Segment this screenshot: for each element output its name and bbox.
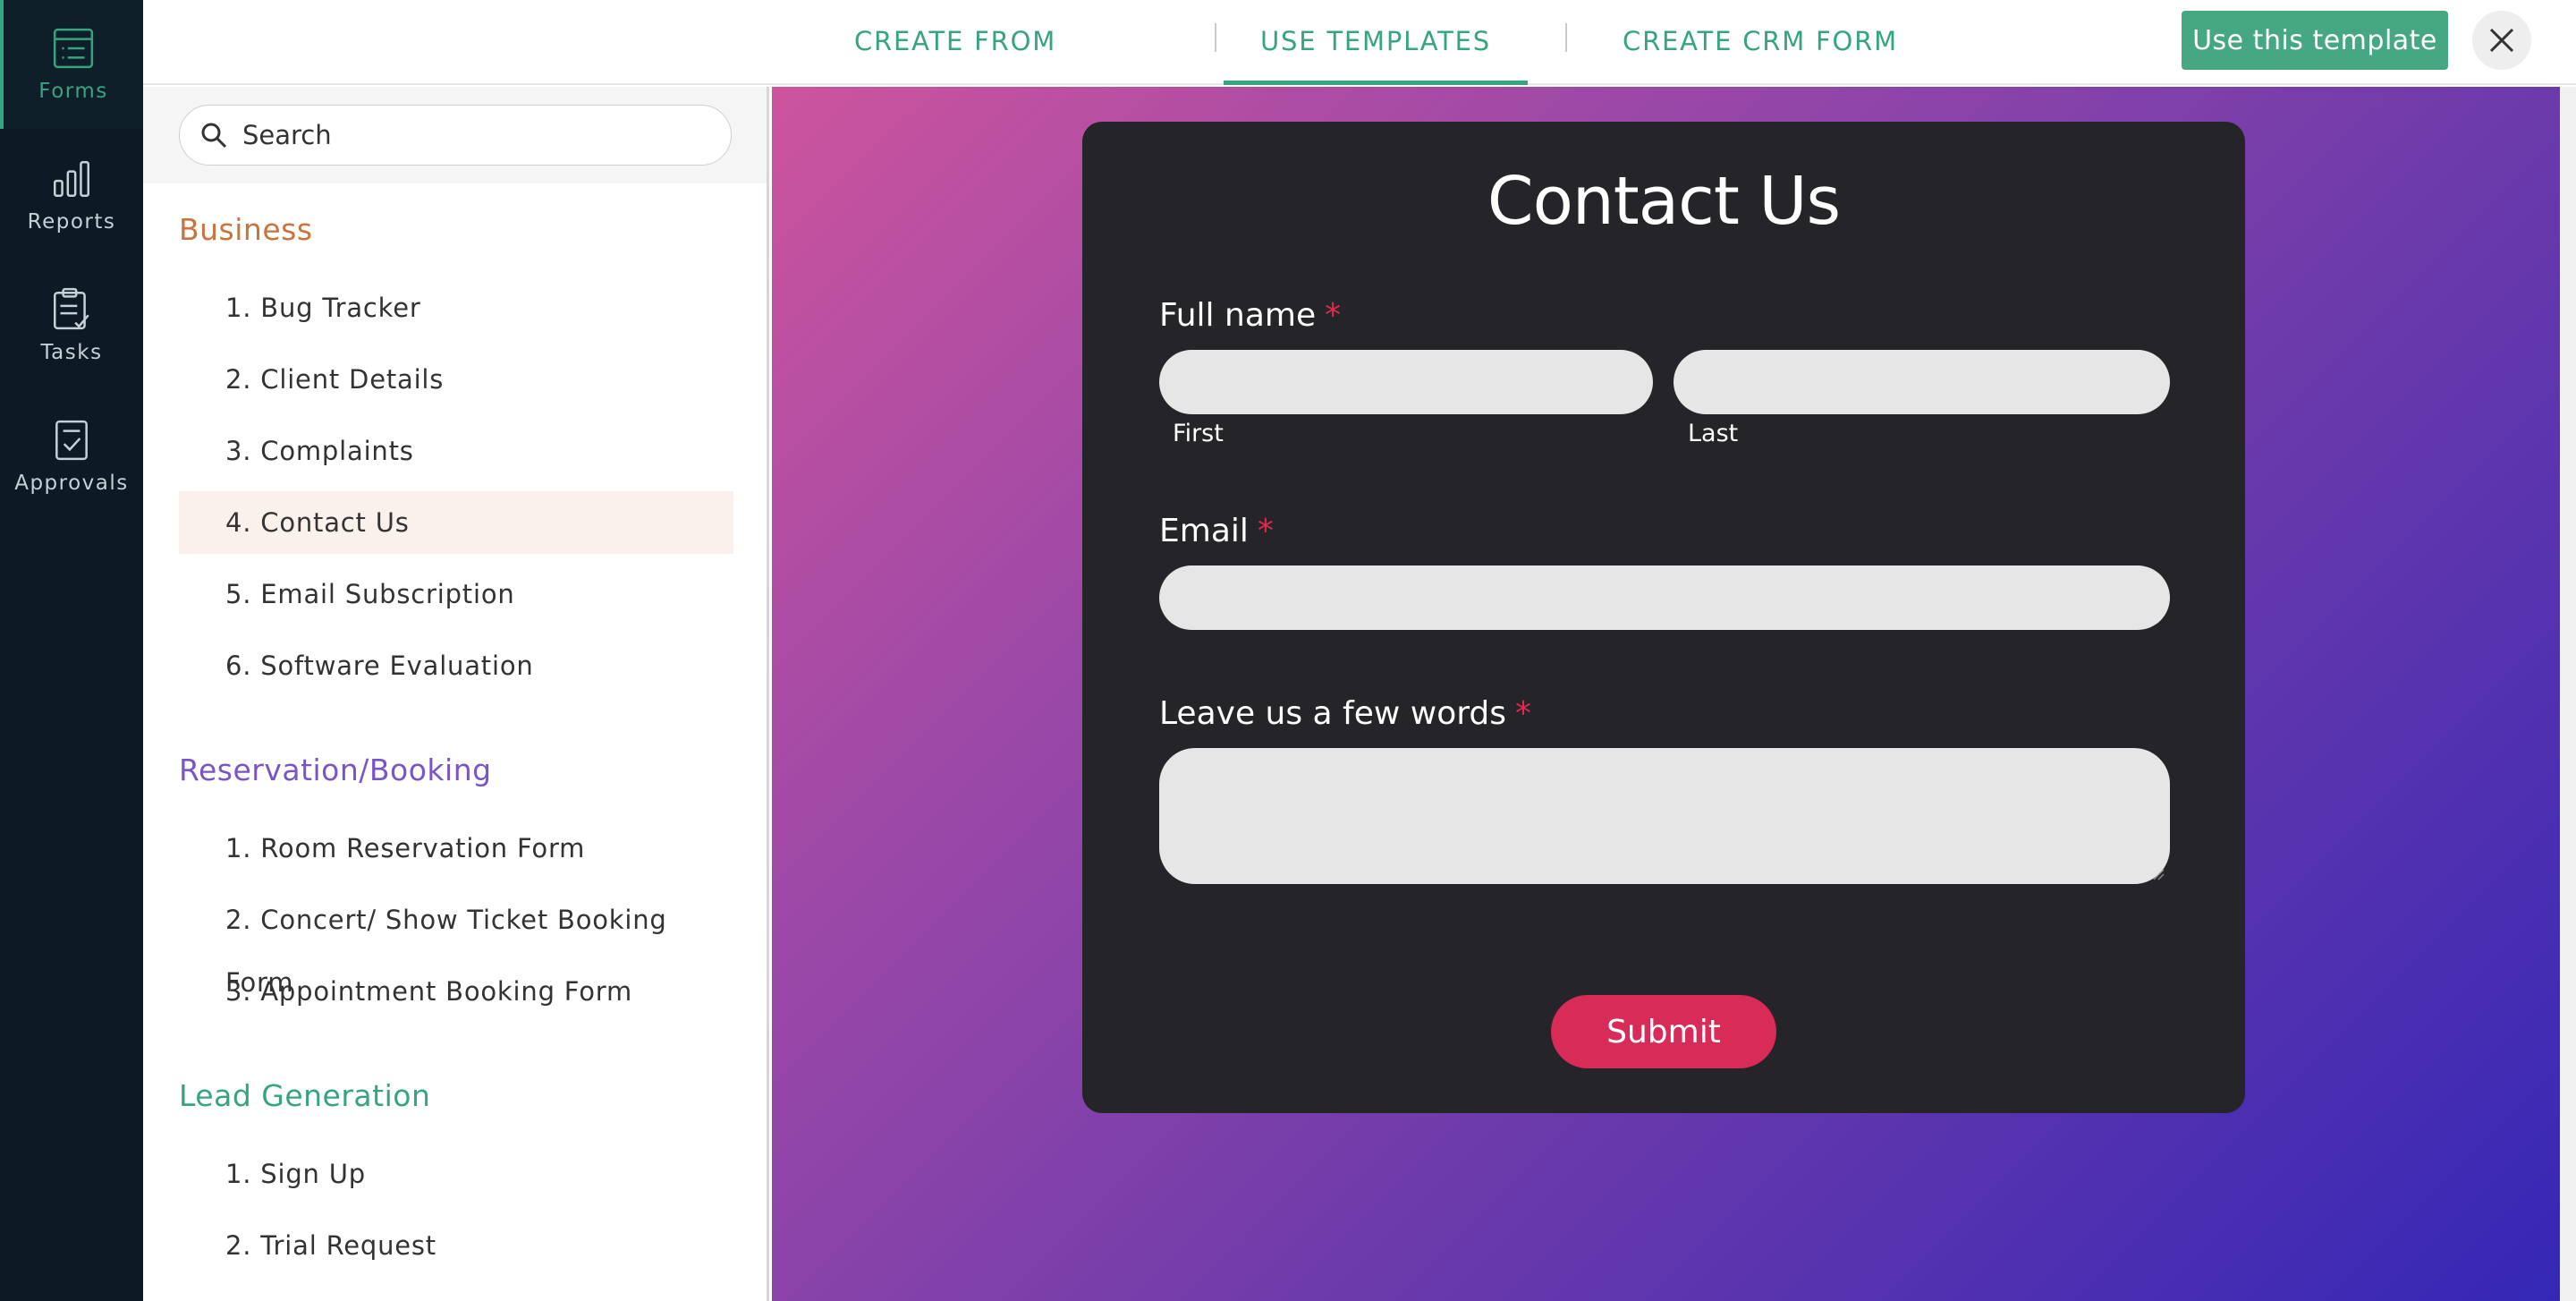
required-marker: * (1257, 513, 1274, 549)
rail-item-reports[interactable]: Reports (0, 131, 143, 259)
template-item[interactable]: 3. Complaints (179, 420, 733, 482)
form-preview-card: Contact Us Full name * First Last Email * … (1082, 122, 2245, 1113)
tab-divider (1215, 23, 1216, 52)
template-item-selected[interactable]: 4. Contact Us (179, 491, 733, 554)
search-input[interactable] (242, 120, 708, 150)
use-template-button[interactable]: Use this template (2182, 11, 2448, 70)
reports-icon (54, 161, 90, 198)
search-box[interactable] (179, 105, 732, 166)
template-item[interactable]: 1. Sign Up (179, 1143, 733, 1205)
template-topbar: CREATE FROM SCRATCH USE TEMPLATES CREATE… (143, 0, 2576, 139)
template-item[interactable]: 2. Concert/ Show Ticket Booking Form (179, 889, 733, 998)
template-item[interactable]: 2. Client Details (179, 348, 733, 411)
template-item[interactable]: 2. Trial Request (179, 1214, 733, 1277)
category-reservation-booking: Reservation/Booking (179, 753, 492, 787)
category-lead-generation: Lead Generation (179, 1078, 431, 1113)
template-sidebar: Business 1. Bug Tracker 2. Client Detail… (143, 87, 769, 1301)
template-item[interactable]: 3. Appointment Booking Form (179, 960, 733, 1023)
template-item[interactable]: 5. Email Subscription (179, 563, 733, 625)
first-sublabel: First (1173, 420, 1224, 447)
approvals-icon (55, 420, 88, 461)
required-marker: * (1325, 297, 1342, 334)
rail-item-forms[interactable]: Forms (0, 0, 143, 129)
category-business: Business (179, 212, 313, 247)
rail-label-tasks: Tasks (40, 341, 103, 364)
tab-create-crm-form[interactable]: CREATE CRM FORM (1617, 0, 1903, 85)
last-sublabel: Last (1688, 420, 1739, 447)
preview-scrollbar[interactable] (2560, 87, 2576, 1301)
submit-button[interactable]: Submit (1551, 995, 1776, 1068)
full-name-label: Full name * (1159, 297, 1341, 334)
message-label: Leave us a few words * (1159, 695, 1531, 732)
tab-use-templates[interactable]: USE TEMPLATES (1224, 0, 1528, 85)
template-item[interactable]: 1. Bug Tracker (179, 276, 733, 339)
first-name-field[interactable] (1159, 350, 1653, 414)
close-icon (2489, 28, 2514, 53)
close-button[interactable] (2472, 11, 2531, 70)
required-marker: * (1515, 695, 1532, 732)
last-name-field[interactable] (1674, 350, 2170, 414)
tab-divider (1565, 23, 1567, 52)
full-name-label-text: Full name (1159, 297, 1317, 334)
template-item[interactable]: 6. Software Evaluation (179, 634, 733, 697)
forms-icon (53, 28, 94, 69)
rail-label-approvals: Approvals (14, 472, 129, 495)
rail-label-forms: Forms (38, 80, 108, 103)
tab-create-from-scratch[interactable]: CREATE FROM SCRATCH (812, 0, 1098, 139)
email-field[interactable] (1159, 565, 2170, 630)
form-title: Contact Us (1487, 163, 1841, 240)
message-textarea[interactable] (1159, 748, 2170, 884)
message-label-text: Leave us a few words (1159, 695, 1507, 732)
email-label-text: Email (1159, 513, 1249, 549)
tasks-icon (54, 287, 89, 330)
app-rail: Forms Reports Tasks Approvals (0, 0, 143, 1301)
rail-item-approvals[interactable]: Approvals (0, 392, 143, 521)
resize-grip-icon[interactable] (2152, 868, 2165, 880)
search-area (143, 87, 767, 183)
template-item[interactable]: 1. Room Reservation Form (179, 817, 733, 880)
email-label: Email * (1159, 513, 1274, 549)
rail-item-tasks[interactable]: Tasks (0, 261, 143, 390)
rail-label-reports: Reports (27, 210, 116, 234)
search-icon (201, 123, 227, 149)
